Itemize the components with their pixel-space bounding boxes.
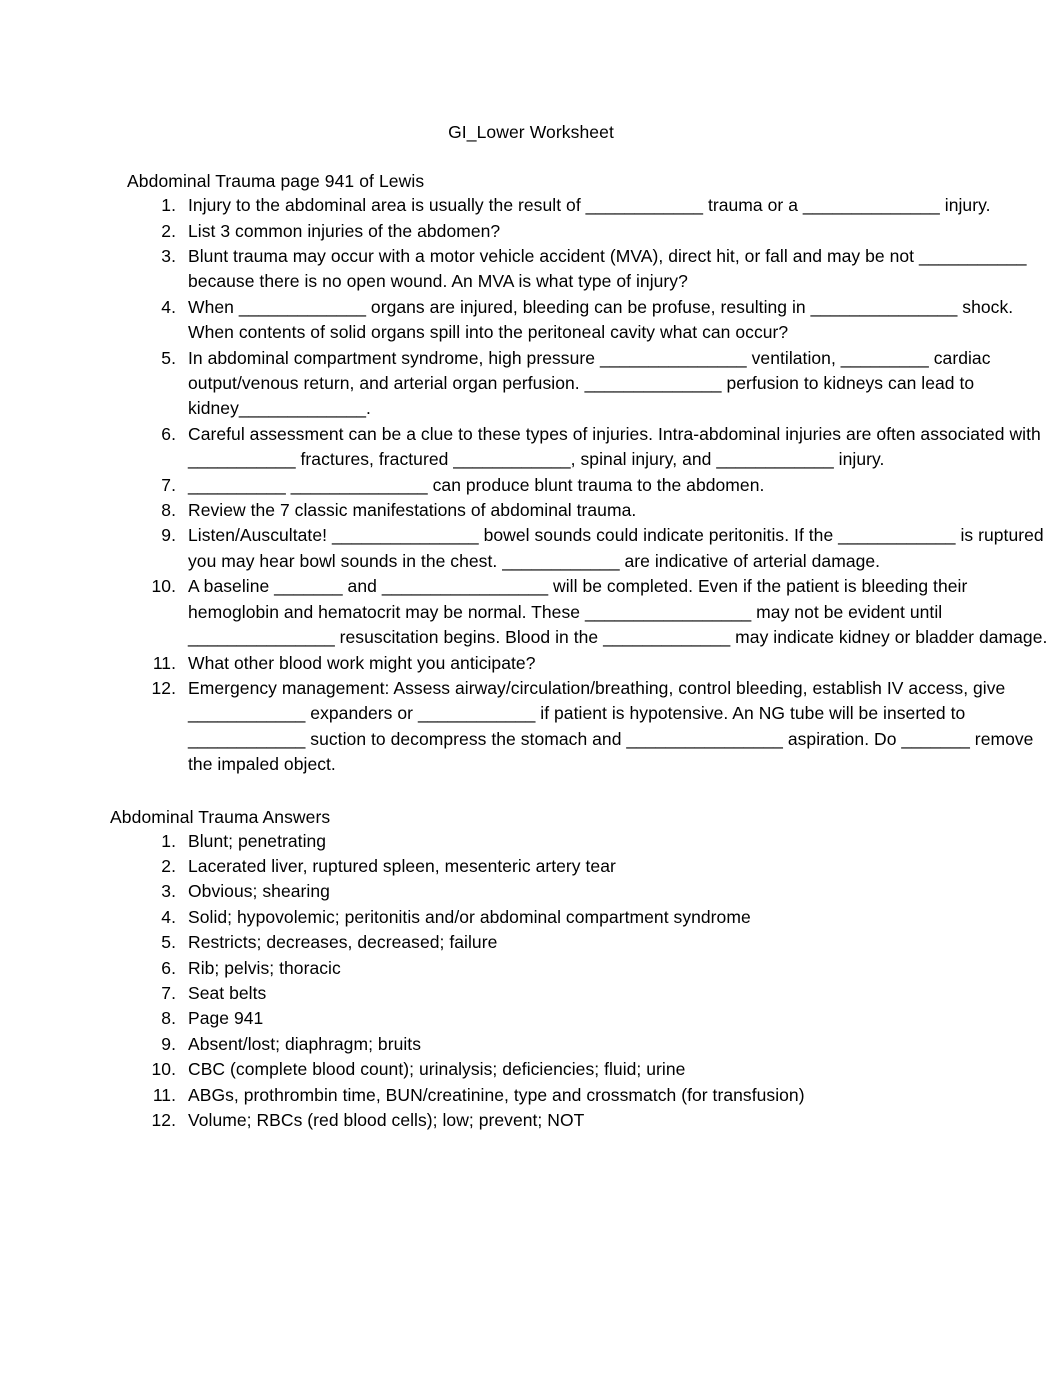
- answer-item-text: Seat belts: [188, 983, 267, 1004]
- answer-item: 10. CBC (complete blood count); urinalysi…: [0, 1057, 1062, 1082]
- question-item-text: Review the 7 classic manifestations of a…: [188, 500, 637, 521]
- document-page: GI_Lower Worksheet Abdominal Trauma page…: [0, 0, 1062, 1377]
- answer-item: 8. Page 941: [0, 1006, 1062, 1031]
- answer-item-text: Volume; RBCs (red blood cells); low; pre…: [188, 1110, 585, 1131]
- question-item: 8. Review the 7 classic manifestations of…: [0, 498, 1062, 523]
- answer-item-text: Lacerated liver, ruptured spleen, mesent…: [188, 856, 616, 877]
- question-item-number: 9.: [161, 525, 176, 546]
- question-item-text: Emergency management: Assess airway/circ…: [188, 677, 1034, 775]
- answer-item-number: 8.: [161, 1008, 176, 1029]
- question-item-text: List 3 common injuries of the abdomen?: [188, 220, 501, 241]
- question-item: 12. Emergency management: Assess airway/c…: [0, 676, 1062, 778]
- question-item: 9. Listen/Auscultate! _______________ bow…: [0, 523, 1062, 574]
- question-item-text: In abdominal compartment syndrome, high …: [188, 347, 991, 419]
- answer-item-number: 4.: [161, 906, 176, 927]
- question-item-number: 6.: [161, 423, 176, 444]
- answer-item: 9. Absent/lost; diaphragm; bruits: [0, 1032, 1062, 1057]
- answer-item-text: Restricts; decreases, decreased; failure: [188, 932, 498, 953]
- question-item: 6. Careful assessment can be a clue to th…: [0, 422, 1062, 473]
- question-item-number: 2.: [161, 220, 176, 241]
- question-item-number: 12.: [151, 677, 176, 698]
- answer-item-number: 11.: [152, 1084, 176, 1105]
- answer-item-number: 10.: [151, 1059, 176, 1080]
- question-item-number: 3.: [161, 246, 176, 266]
- answer-item-text: Solid; hypovolemic; peritonitis and/or a…: [188, 906, 751, 927]
- question-item-number: 10.: [151, 576, 176, 597]
- answer-item-text: Rib; pelvis; thoracic: [188, 957, 341, 978]
- question-item-text: __________ ______________ can produce bl…: [188, 474, 765, 495]
- answer-item-number: 5.: [161, 932, 176, 953]
- answer-item: 12. Volume; RBCs (red blood cells); low; …: [0, 1108, 1062, 1133]
- question-item: 1. Injury to the abdominal area is usuall…: [0, 193, 1062, 218]
- question-item: 10. A baseline _______ and ______________…: [0, 574, 1062, 650]
- question-item-number: 7.: [161, 474, 176, 495]
- answers-list: 1. Blunt; penetrating 2. Lacerated liver, r…: [0, 829, 1062, 1134]
- answers-section-heading: Abdominal Trauma Answers: [110, 806, 331, 827]
- answer-item-number: 12.: [151, 1110, 176, 1131]
- page-title: GI_Lower Worksheet: [448, 122, 614, 142]
- answer-item-number: 1.: [161, 830, 176, 851]
- answer-item-number: 9.: [161, 1033, 176, 1054]
- question-item-text: Blunt trauma may occur with a motor vehi…: [188, 246, 1027, 292]
- answer-item-text: ABGs, prothrombin time, BUN/creatinine, …: [188, 1084, 805, 1105]
- answer-item-text: CBC (complete blood count); urinalysis; …: [188, 1059, 686, 1080]
- answer-item: 2. Lacerated liver, ruptured spleen, mese…: [0, 854, 1062, 879]
- answer-item-number: 3.: [161, 881, 176, 902]
- answer-item: 3. Obvious; shearing: [0, 879, 1062, 904]
- question-item-text: Listen/Auscultate! _______________ bowel…: [188, 525, 1044, 571]
- question-item: 11. What other blood work might you antic…: [0, 651, 1062, 676]
- question-item-number: 8.: [161, 500, 176, 521]
- question-item-text: When _____________ organs are injured, b…: [188, 296, 1014, 343]
- questions-section-heading: Abdominal Trauma page 941 of Lewis: [127, 171, 425, 192]
- answer-item: 1. Blunt; penetrating: [0, 829, 1062, 854]
- answer-item: 7. Seat belts: [0, 981, 1062, 1006]
- answer-item-number: 6.: [161, 957, 176, 978]
- question-item: 2. List 3 common injuries of the abdomen?: [0, 219, 1062, 244]
- question-item-number: 1.: [161, 195, 176, 216]
- answer-item-text: Obvious; shearing: [188, 881, 330, 902]
- questions-list: 1. Injury to the abdominal area is usuall…: [0, 193, 1062, 777]
- answer-item-text: Page 941: [188, 1008, 264, 1029]
- question-item-number: 11.: [152, 652, 176, 673]
- question-item: 4. When _____________ organs are injured,…: [0, 295, 1062, 346]
- answer-item: 6. Rib; pelvis; thoracic: [0, 956, 1062, 981]
- question-item-number: 5.: [161, 347, 176, 368]
- question-item-text: What other blood work might you anticipa…: [188, 652, 536, 673]
- answer-item: 5. Restricts; decreases, decreased; failu…: [0, 930, 1062, 955]
- answer-item: 4. Solid; hypovolemic; peritonitis and/or…: [0, 905, 1062, 930]
- answer-item-number: 2.: [161, 856, 176, 877]
- answer-item-number: 7.: [161, 983, 176, 1004]
- question-item: 3. Blunt trauma may occur with a motor ve…: [0, 244, 1062, 295]
- question-item-text: A baseline _______ and _________________…: [188, 576, 1048, 648]
- question-item-text: Careful assessment can be a clue to thes…: [188, 423, 1041, 470]
- question-item-number: 4.: [161, 296, 176, 317]
- answer-item-text: Blunt; penetrating: [188, 830, 327, 851]
- answer-item: 11. ABGs, prothrombin time, BUN/creatinin…: [0, 1083, 1062, 1108]
- answer-item-text: Absent/lost; diaphragm; bruits: [188, 1033, 422, 1054]
- question-item: 5. In abdominal compartment syndrome, hig…: [0, 346, 1062, 422]
- question-item-text: Injury to the abdominal area is usually …: [188, 195, 991, 216]
- question-item: 7. __________ ______________ can produce …: [0, 473, 1062, 498]
